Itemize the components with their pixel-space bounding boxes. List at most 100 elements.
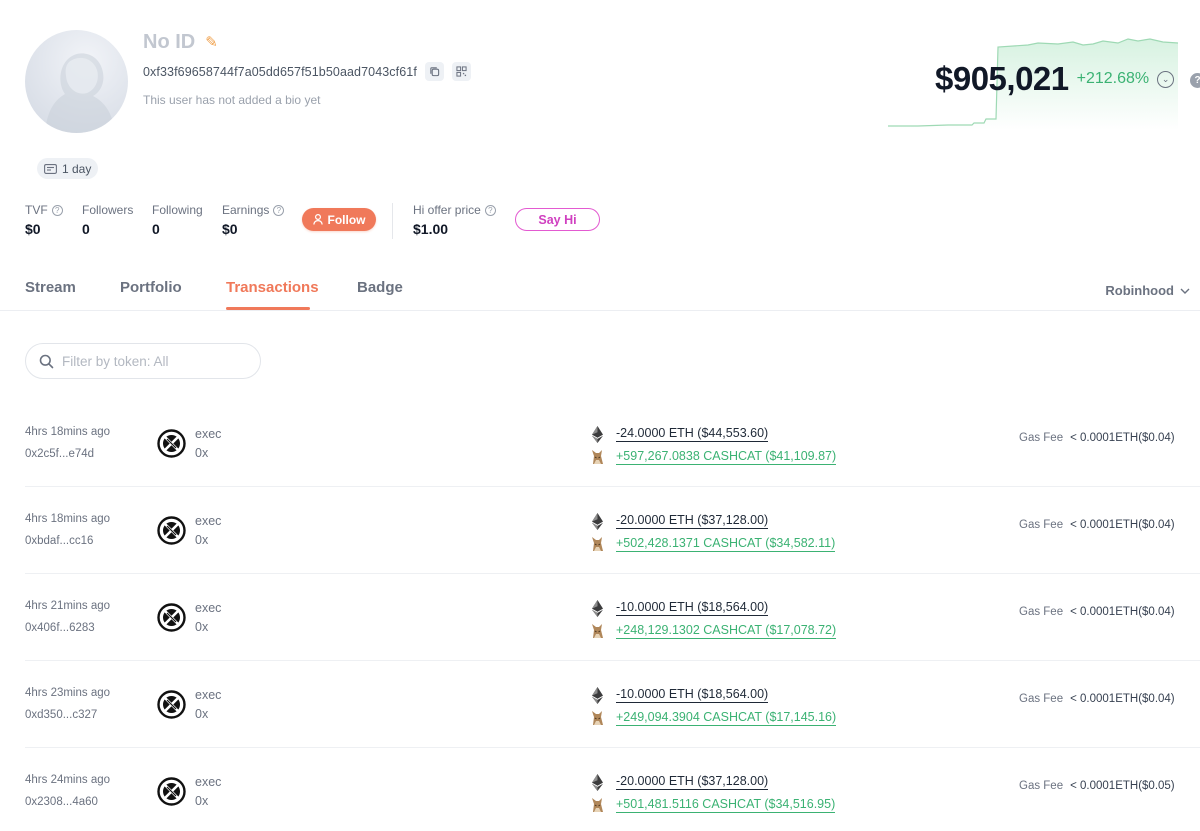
help-icon[interactable]: ?: [484, 204, 496, 216]
tx-hash[interactable]: 0x406f...6283: [25, 622, 95, 634]
cashcat-icon: [588, 535, 606, 553]
eth-icon: [588, 773, 606, 791]
gas-fee-label: Gas Fee: [1019, 693, 1064, 705]
tx-hash[interactable]: 0x2c5f...e74d: [25, 448, 94, 460]
network-selector-label: Robinhood: [1105, 283, 1174, 298]
stat-value: 0: [82, 221, 90, 237]
qr-code-icon[interactable]: [451, 62, 471, 81]
divider: [392, 203, 393, 239]
cashcat-icon: [588, 622, 606, 640]
gas-fee-value: < 0.0001ETH($0.05): [1070, 780, 1175, 792]
stat-value: $0: [25, 221, 41, 237]
tx-hash[interactable]: 0x2308...4a60: [25, 796, 98, 808]
stat-tvf: TVF? $0: [25, 203, 63, 237]
stat-label: Following: [152, 203, 203, 217]
tx-to-address[interactable]: 0x: [195, 533, 208, 547]
gas-fee: Gas Fee < 0.0001ETH($0.04): [1019, 519, 1175, 531]
tx-to-address[interactable]: 0x: [195, 620, 208, 634]
stat-label: Followers: [82, 203, 134, 217]
token-out-amount[interactable]: -10.0000 ETH ($18,564.00): [616, 687, 769, 703]
gas-fee-label: Gas Fee: [1019, 780, 1064, 792]
tx-time: 4hrs 21mins ago: [25, 600, 111, 612]
tx-method: exec: [195, 601, 222, 615]
stat-label: Earnings: [222, 203, 270, 217]
token-in: +501,481.5116 CASHCAT ($34,516.95): [588, 796, 836, 814]
token-in: +248,129.1302 CASHCAT ($17,078.72): [588, 622, 837, 640]
token-out: -10.0000 ETH ($18,564.00): [588, 686, 769, 704]
say-hi-button[interactable]: Say Hi: [515, 208, 600, 231]
help-icon[interactable]: ?: [1190, 73, 1200, 88]
tx-method: exec: [195, 688, 222, 702]
contract-icon: [157, 690, 186, 719]
follow-button-label: Follow: [327, 212, 366, 227]
eth-icon: [588, 686, 606, 704]
transaction-row: 4hrs 24mins ago 0x2308...4a60 exec 0x -2…: [25, 748, 1200, 831]
token-out-amount[interactable]: -24.0000 ETH ($44,553.60): [616, 426, 769, 442]
networth-change: +212.68%: [1076, 70, 1150, 87]
cashcat-icon: [588, 796, 606, 814]
eth-icon: [588, 425, 606, 443]
account-age-badge: 1 day: [37, 158, 99, 179]
calendar-icon: [44, 164, 57, 174]
token-out-amount[interactable]: -20.0000 ETH ($37,128.00): [616, 513, 769, 529]
tab-portfolio[interactable]: Portfolio: [120, 279, 182, 296]
gas-fee: Gas Fee < 0.0001ETH($0.05): [1019, 780, 1175, 792]
tx-to-address[interactable]: 0x: [195, 707, 208, 721]
token-out-amount[interactable]: -10.0000 ETH ($18,564.00): [616, 600, 769, 616]
tx-to-address[interactable]: 0x: [195, 446, 208, 460]
token-filter-input[interactable]: [62, 353, 242, 369]
follow-button[interactable]: Follow: [302, 208, 376, 231]
search-icon: [39, 354, 54, 368]
chevron-down-icon[interactable]: ⌄: [1157, 70, 1175, 88]
token-in-amount[interactable]: +597,267.0838 CASHCAT ($41,109.87): [616, 449, 837, 465]
tx-hash[interactable]: 0xd350...c327: [25, 709, 97, 721]
token-in-amount[interactable]: +248,129.1302 CASHCAT ($17,078.72): [616, 623, 837, 639]
network-selector[interactable]: Robinhood: [1105, 283, 1190, 298]
active-tab-indicator: [226, 307, 310, 310]
profile-bio: This user has not added a bio yet: [143, 93, 321, 107]
gas-fee-value: < 0.0001ETH($0.04): [1070, 606, 1175, 618]
gas-fee-label: Gas Fee: [1019, 432, 1064, 444]
help-icon[interactable]: ?: [51, 204, 63, 216]
transaction-row: 4hrs 18mins ago 0xbdaf...cc16 exec 0x -2…: [25, 487, 1200, 574]
token-out: -24.0000 ETH ($44,553.60): [588, 425, 769, 443]
gas-fee: Gas Fee < 0.0001ETH($0.04): [1019, 606, 1175, 618]
token-out-amount[interactable]: -20.0000 ETH ($37,128.00): [616, 774, 769, 790]
token-in: +249,094.3904 CASHCAT ($17,145.16): [588, 709, 837, 727]
stat-label: Hi offer price: [413, 203, 481, 217]
token-out: -20.0000 ETH ($37,128.00): [588, 512, 769, 530]
tab-badge[interactable]: Badge: [357, 279, 403, 296]
tab-stream[interactable]: Stream: [25, 279, 76, 296]
gas-fee: Gas Fee < 0.0001ETH($0.04): [1019, 693, 1175, 705]
stat-following[interactable]: Following 0: [152, 203, 203, 237]
gas-fee-value: < 0.0001ETH($0.04): [1070, 693, 1175, 705]
tx-method: exec: [195, 775, 222, 789]
transaction-row: 4hrs 21mins ago 0x406f...6283 exec 0x -1…: [25, 574, 1200, 661]
token-out: -10.0000 ETH ($18,564.00): [588, 599, 769, 617]
token-in: +502,428.1371 CASHCAT ($34,582.11): [588, 535, 836, 553]
stat-followers[interactable]: Followers 0: [82, 203, 133, 237]
tx-to-address[interactable]: 0x: [195, 794, 208, 808]
token-in: +597,267.0838 CASHCAT ($41,109.87): [588, 448, 837, 466]
tx-time: 4hrs 23mins ago: [25, 687, 111, 699]
copy-icon[interactable]: [424, 62, 444, 81]
token-in-amount[interactable]: +249,094.3904 CASHCAT ($17,145.16): [616, 710, 837, 726]
eth-icon: [588, 512, 606, 530]
token-in-amount[interactable]: +501,481.5116 CASHCAT ($34,516.95): [616, 797, 836, 813]
contract-icon: [157, 429, 186, 458]
help-icon[interactable]: ?: [273, 204, 285, 216]
account-age-label: 1 day: [62, 161, 92, 176]
tx-hash[interactable]: 0xbdaf...cc16: [25, 535, 93, 547]
edit-pencil-icon[interactable]: ✎: [205, 35, 218, 50]
token-in-amount[interactable]: +502,428.1371 CASHCAT ($34,582.11): [616, 536, 836, 552]
tx-time: 4hrs 18mins ago: [25, 513, 111, 525]
eth-icon: [588, 599, 606, 617]
token-filter: [25, 343, 261, 379]
tab-transactions[interactable]: Transactions: [226, 279, 319, 296]
transaction-row: 4hrs 23mins ago 0xd350...c327 exec 0x -1…: [25, 661, 1200, 748]
profile-name: No ID: [143, 31, 196, 53]
cashcat-icon: [588, 709, 606, 727]
wallet-address: 0xf33f69658744f7a05dd657f51b50aad7043cf6…: [143, 64, 417, 79]
tab-bar: Stream Portfolio Transactions Badge Robi…: [0, 270, 1200, 311]
stat-value: $0: [222, 221, 238, 237]
